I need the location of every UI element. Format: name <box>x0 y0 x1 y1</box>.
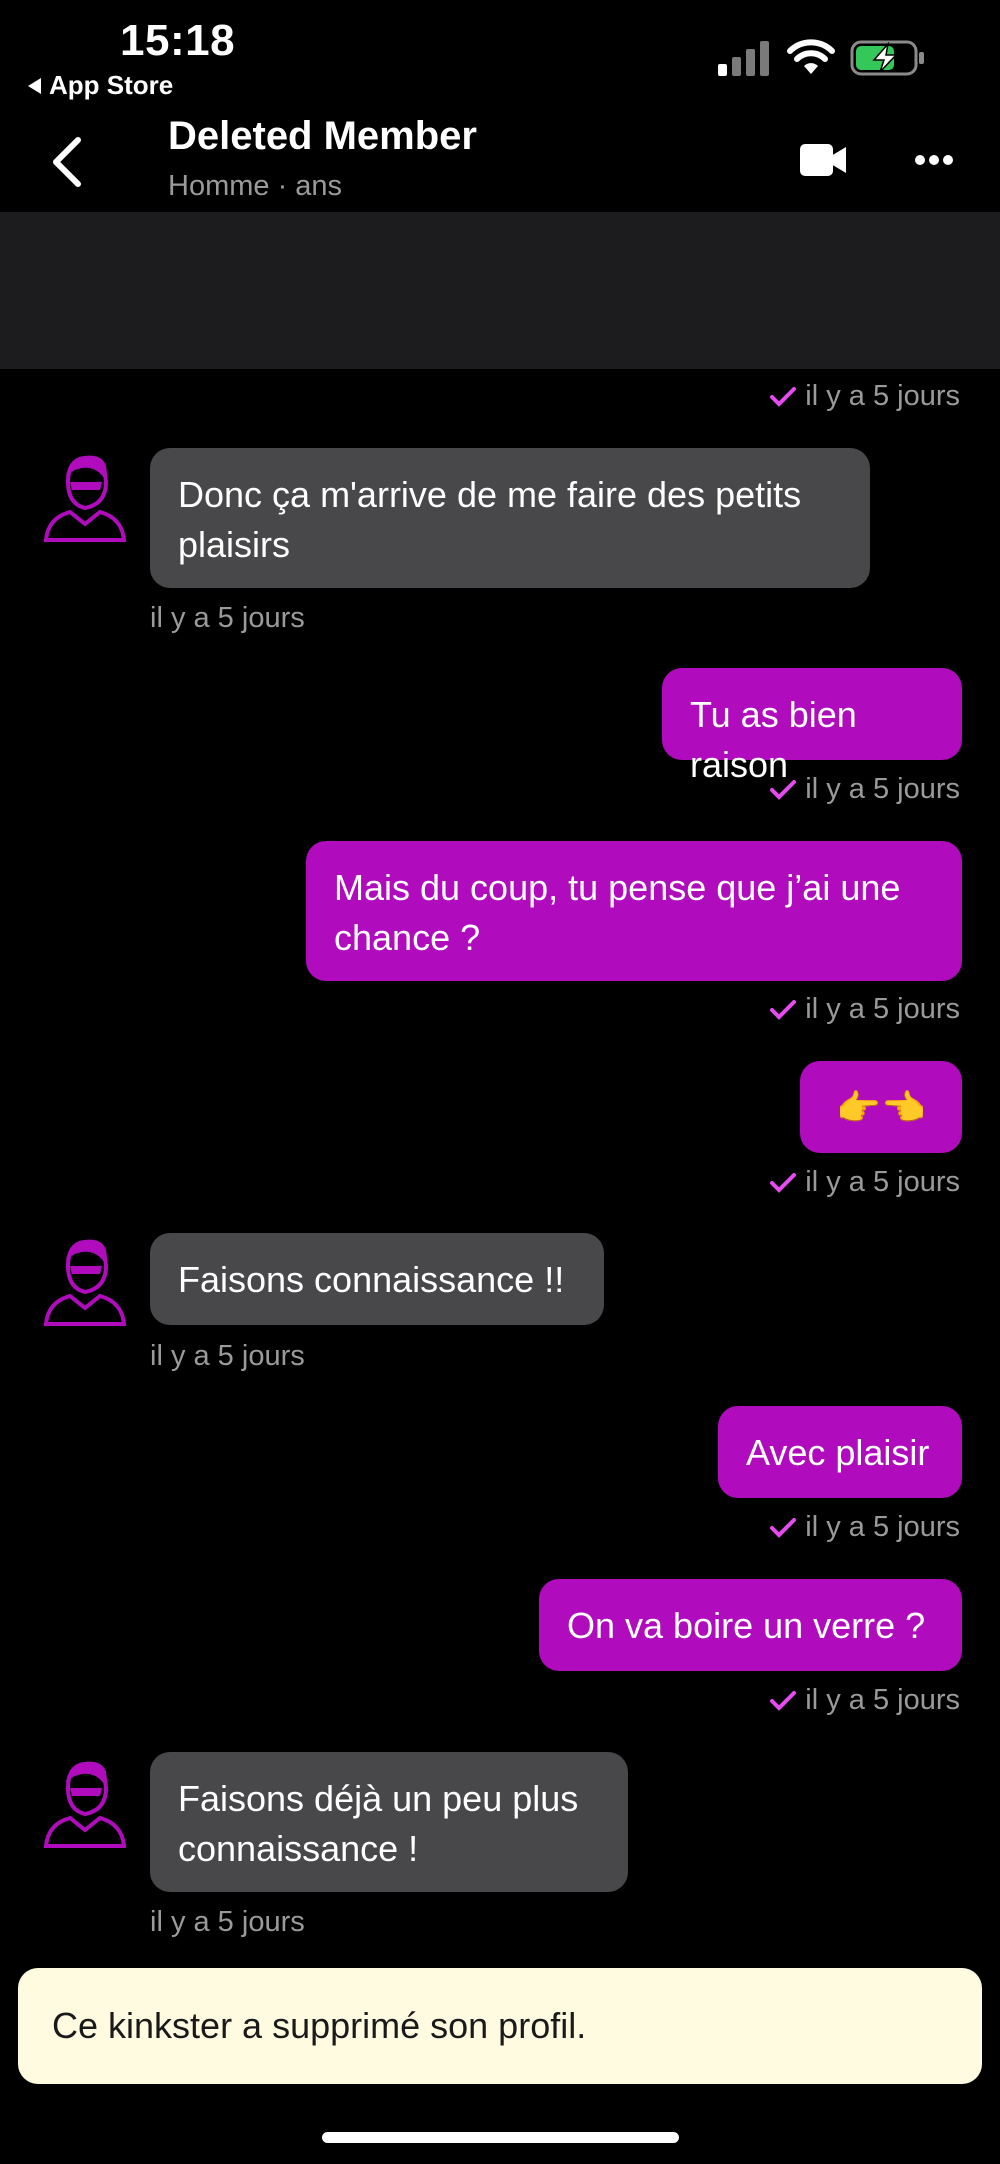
avatar-icon[interactable] <box>40 1236 130 1326</box>
status-time: 15:18 <box>120 16 236 65</box>
check-icon <box>770 1172 797 1193</box>
check-icon <box>770 779 797 800</box>
back-app-label: App Store <box>49 70 174 100</box>
check-icon <box>770 1690 797 1711</box>
outgoing-message: Tu as bien raison <box>662 668 962 785</box>
incoming-message: Faisons connaissance !! <box>150 1233 604 1325</box>
battery-charging-icon <box>850 40 924 76</box>
avatar-icon[interactable] <box>40 1758 130 1848</box>
incoming-message: Faisons déjà un peu plus connaissance ! <box>150 1752 628 1892</box>
check-icon <box>770 999 797 1020</box>
message-timestamp: il y a 5 jours <box>150 1906 305 1938</box>
video-call-icon[interactable] <box>800 144 848 176</box>
outgoing-message: 👉👈 <box>800 1061 962 1153</box>
message-timestamp: il y a 5 jours <box>769 1166 960 1199</box>
incoming-message: Donc ça m'arrive de me faire des petits … <box>150 448 870 588</box>
outgoing-message: Mais du coup, tu pense que j’ai une chan… <box>306 841 962 981</box>
message-timestamp: il y a 5 jours <box>769 1684 960 1717</box>
back-to-app-store[interactable]: App Store <box>28 70 173 101</box>
message-timestamp: il y a 5 jours <box>150 1340 305 1372</box>
back-chevron-icon[interactable] <box>48 136 88 188</box>
back-triangle-icon <box>28 77 41 94</box>
notice-text: Ce kinkster a supprimé son profil. <box>52 2005 587 2046</box>
signal-icon <box>718 41 769 76</box>
check-icon <box>770 1517 797 1538</box>
message-timestamp: il y a 5 jours <box>150 602 305 634</box>
check-icon <box>770 386 797 407</box>
avatar-icon[interactable] <box>40 452 130 542</box>
outgoing-message: Avec plaisir <box>718 1406 962 1498</box>
conversation-title: Deleted Member <box>168 114 477 158</box>
message-timestamp: il y a 5 jours <box>769 380 960 413</box>
message-timestamp: il y a 5 jours <box>769 773 960 806</box>
home-indicator[interactable] <box>322 2132 679 2143</box>
profile-banner <box>0 212 1000 369</box>
message-timestamp: il y a 5 jours <box>769 993 960 1026</box>
conversation-subtitle: Homme · ans <box>168 170 343 202</box>
outgoing-message: On va boire un verre ? <box>539 1579 962 1671</box>
more-options-icon[interactable] <box>914 152 954 168</box>
wifi-icon <box>787 39 835 74</box>
deleted-profile-notice: Ce kinkster a supprimé son profil. <box>18 1968 982 2084</box>
message-timestamp: il y a 5 jours <box>769 1511 960 1544</box>
